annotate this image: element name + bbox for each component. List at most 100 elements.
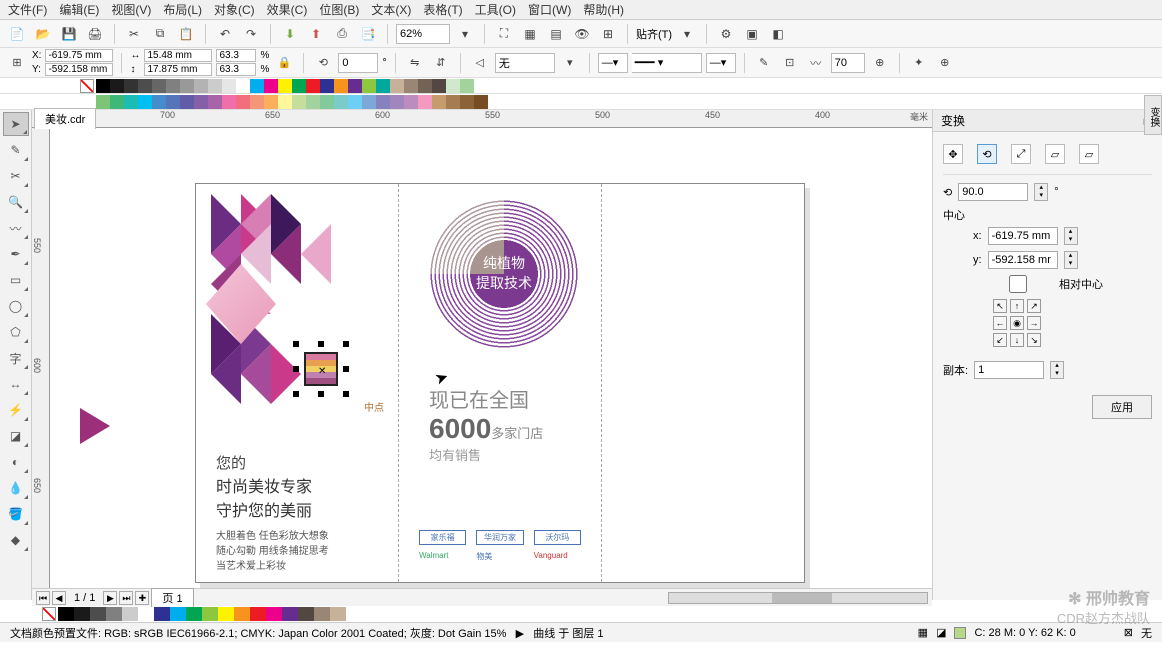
arrowhead-start-icon[interactable]: ◁ xyxy=(469,52,491,74)
color-swatch[interactable] xyxy=(152,95,166,109)
scalex-input[interactable] xyxy=(216,49,256,62)
relative-checkbox[interactable] xyxy=(983,275,1053,293)
color-swatch[interactable] xyxy=(110,95,124,109)
color-swatch[interactable] xyxy=(124,95,138,109)
color-swatch[interactable] xyxy=(348,79,362,93)
rotation-input[interactable] xyxy=(338,53,378,73)
color-swatch[interactable] xyxy=(362,95,376,109)
color-swatch[interactable] xyxy=(390,95,404,109)
extra2-icon[interactable]: ⊕ xyxy=(934,52,956,74)
color-swatch[interactable] xyxy=(96,95,110,109)
color-swatch[interactable] xyxy=(138,79,152,93)
apply-button[interactable]: 应用 xyxy=(1092,395,1152,419)
color-swatch[interactable] xyxy=(180,79,194,93)
new-icon[interactable]: 📄 xyxy=(6,23,28,45)
menu-view[interactable]: 视图(V) xyxy=(111,1,151,18)
menu-effects[interactable]: 效果(C) xyxy=(267,1,308,18)
color-swatch[interactable] xyxy=(446,95,460,109)
page-add-icon[interactable]: ✚ xyxy=(135,591,149,605)
color-swatch[interactable] xyxy=(282,607,298,621)
snap-dropdown-icon[interactable]: ▾ xyxy=(676,23,698,45)
color-swatch[interactable] xyxy=(236,79,250,93)
color-swatch[interactable] xyxy=(110,79,124,93)
color-swatch[interactable] xyxy=(334,95,348,109)
arrowhead-end-icon[interactable]: ▾ xyxy=(559,52,581,74)
transform-scale-icon[interactable]: ⤢ xyxy=(1011,144,1031,164)
copies-input[interactable] xyxy=(974,361,1044,379)
selected-object[interactable]: ✕ xyxy=(296,344,346,394)
shape-tool-icon[interactable]: ✎ xyxy=(3,138,29,162)
ruler-horizontal[interactable]: 700 650 600 550 500 450 400 毫米 xyxy=(50,110,932,128)
grid-icon[interactable]: ▤ xyxy=(545,23,567,45)
color-swatch[interactable] xyxy=(292,95,306,109)
dropshadow-icon[interactable]: ◪ xyxy=(3,424,29,448)
eyedropper-icon[interactable]: 💧 xyxy=(3,476,29,500)
preview-icon[interactable]: 👁 xyxy=(571,23,593,45)
page-prev-icon[interactable]: ◀ xyxy=(52,591,66,605)
rectangle-tool-icon[interactable]: ▭ xyxy=(3,268,29,292)
page-first-icon[interactable]: ⏮ xyxy=(36,591,50,605)
color-swatch[interactable] xyxy=(404,79,418,93)
color-swatch[interactable] xyxy=(404,95,418,109)
color-swatch[interactable] xyxy=(446,79,460,93)
extra1-icon[interactable]: ✦ xyxy=(908,52,930,74)
color-swatch[interactable] xyxy=(166,79,180,93)
color-swatch[interactable] xyxy=(180,95,194,109)
color-swatch[interactable] xyxy=(376,79,390,93)
page-tab-1[interactable]: 页 1 xyxy=(151,588,193,608)
color-swatch[interactable] xyxy=(152,79,166,93)
color-swatch[interactable] xyxy=(106,607,122,621)
page-last-icon[interactable]: ⏭ xyxy=(119,591,133,605)
color-swatch[interactable] xyxy=(314,607,330,621)
artistic-media-icon[interactable]: ✒ xyxy=(3,242,29,266)
color-icon[interactable]: ◪ xyxy=(936,626,946,639)
menu-tools[interactable]: 工具(O) xyxy=(475,1,516,18)
color-swatch[interactable] xyxy=(390,79,404,93)
freehand-tool-icon[interactable]: 〰 xyxy=(3,216,29,240)
transform-skew-icon[interactable]: ▱ xyxy=(1079,144,1099,164)
connector-icon[interactable]: ⚡ xyxy=(3,398,29,422)
line-start-combo[interactable]: —▾ xyxy=(598,53,628,73)
color-swatch[interactable] xyxy=(202,607,218,621)
drawing-canvas[interactable]: ✕ 中点 您的 时尚美妆专家 守护您的美丽 大胆着色 任色彩放大想象 随心勾勒 … xyxy=(50,128,932,600)
guides-icon[interactable]: ⊞ xyxy=(597,23,619,45)
no-color-bottom[interactable] xyxy=(42,607,56,621)
width-input[interactable] xyxy=(144,49,212,62)
menu-text[interactable]: 文本(X) xyxy=(371,1,411,18)
color-swatch[interactable] xyxy=(306,79,320,93)
color-swatch[interactable] xyxy=(170,607,186,621)
options-icon[interactable]: ⚙ xyxy=(715,23,737,45)
text-tool-icon[interactable]: 字 xyxy=(3,346,29,370)
import-icon[interactable]: ⬇ xyxy=(279,23,301,45)
smartfill-icon[interactable]: ◆ xyxy=(3,528,29,552)
color-swatch[interactable] xyxy=(432,79,446,93)
color-swatch[interactable] xyxy=(250,79,264,93)
docker-side-tab[interactable]: 变换 xyxy=(1144,95,1162,135)
transform-rotate-icon[interactable]: ⟲ xyxy=(977,144,997,164)
color-swatch[interactable] xyxy=(278,79,292,93)
transform-position-icon[interactable]: ✥ xyxy=(943,144,963,164)
launcher-icon[interactable]: ▣ xyxy=(741,23,763,45)
menu-help[interactable]: 帮助(H) xyxy=(583,1,624,18)
y-input[interactable] xyxy=(45,63,113,76)
color-swatch[interactable] xyxy=(460,95,474,109)
color-swatch[interactable] xyxy=(292,79,306,93)
color-swatch[interactable] xyxy=(264,79,278,93)
color-swatch[interactable] xyxy=(418,95,432,109)
fill-tool-icon[interactable]: 🪣 xyxy=(3,502,29,526)
mirror-v-icon[interactable]: ⇵ xyxy=(430,52,452,74)
color-swatch[interactable] xyxy=(264,95,278,109)
cut-icon[interactable]: ✂ xyxy=(123,23,145,45)
transparency-icon[interactable]: ◐ xyxy=(3,450,29,474)
color-swatch[interactable] xyxy=(166,95,180,109)
color-swatch[interactable] xyxy=(194,79,208,93)
color-swatch[interactable] xyxy=(222,79,236,93)
color-swatch[interactable] xyxy=(330,607,346,621)
menu-file[interactable]: 文件(F) xyxy=(8,1,47,18)
scaley-input[interactable] xyxy=(216,63,256,76)
angle-input[interactable] xyxy=(958,183,1028,201)
color-swatch[interactable] xyxy=(474,95,488,109)
anchor-grid[interactable]: ↖↑↗ ←◉→ ↙↓↘ xyxy=(993,299,1152,347)
color-swatch[interactable] xyxy=(74,607,90,621)
color-swatch[interactable] xyxy=(278,95,292,109)
